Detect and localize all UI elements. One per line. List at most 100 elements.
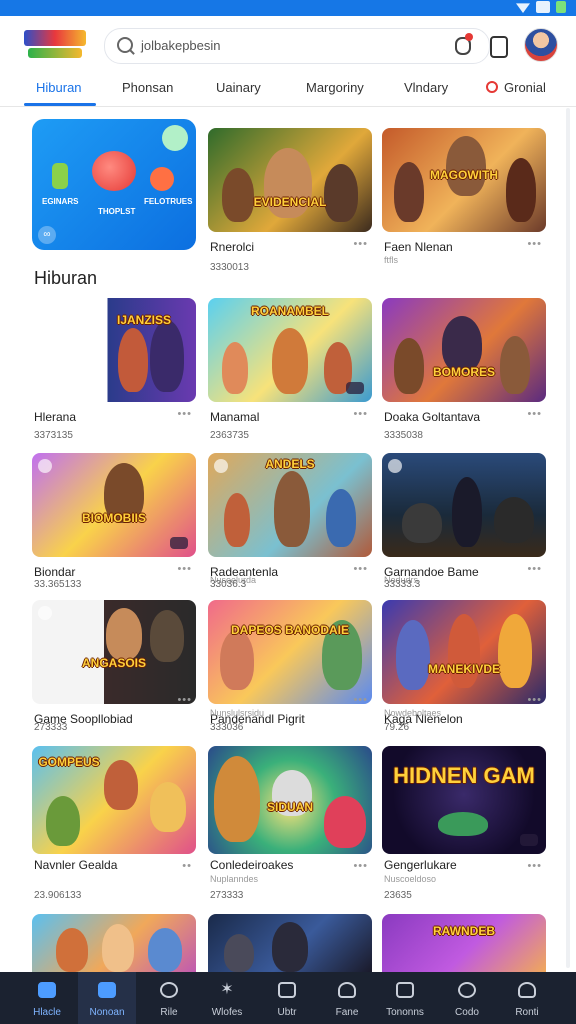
game-meta: 23635 [384,890,412,901]
game-card[interactable]: ROANAMBEL Manamal ••• 2363735 [208,298,372,441]
tab-vlndary[interactable]: Vlndary [404,80,448,95]
star-icon: ✶ [220,981,234,998]
game-card[interactable]: RAWNDEB [382,914,546,972]
nav-item-rile[interactable]: Rile [140,972,198,1024]
game-card[interactable]: GOMPEUS Navnler Gealda •• 23.906133 [32,746,196,901]
game-title: Manamal [210,410,260,424]
featured-label: THOPLST [98,207,136,216]
tab-hiburan[interactable]: Hiburan [36,80,82,95]
game-subtitle: Nunslulsrsidu [210,708,265,718]
game-card[interactable]: MANEKIVDE Kaga Nlenelon ••• Nowdeboltaes… [382,600,546,733]
search-icon [117,37,133,53]
game-card[interactable]: ANDELS Radeantenla ••• Nusoelurda 33036.… [208,453,372,590]
scrollbar[interactable] [566,108,570,968]
game-thumbnail: BIOMOBIIS [32,453,196,557]
nav-item-wlofes[interactable]: ✶ Wlofes [198,972,256,1024]
app-logo[interactable] [24,28,88,62]
link-icon: ∞ [38,226,56,244]
search-input[interactable]: jolbakepbesin [141,38,221,53]
search-icon [458,982,476,998]
more-options-icon[interactable]: ••• [527,238,542,250]
game-meta: 3373135 [34,430,73,441]
game-meta: 23.906133 [34,890,82,901]
ball-icon [150,167,174,191]
tab-uainary[interactable]: Uainary [216,80,261,95]
game-card[interactable]: DAPEOS BANODAIE Pandenandl Pigrit ••• Nu… [208,600,372,733]
avatar[interactable] [524,28,558,62]
nav-item-fane[interactable]: Fane [318,972,376,1024]
featured-label: EGINARS [42,197,79,206]
featured-banner[interactable]: EGINARS THOPLST FELOTRUES ∞ [32,119,196,250]
game-card[interactable] [32,914,196,972]
game-card[interactable]: MAGOWITH Faen Nlenan ••• ftfls [382,128,546,265]
game-thumbnail: RAWNDEB [382,914,546,972]
more-options-icon[interactable]: •• [182,860,192,872]
game-card[interactable]: HIDNEN GAM Gengerlukare ••• Nuscoeldoso … [382,746,546,901]
battery-icon [556,1,566,13]
game-meta: 273333 [210,890,244,901]
more-options-icon[interactable]: ••• [353,694,368,706]
more-options-icon[interactable]: ••• [527,563,542,575]
game-meta: 3335038 [384,430,423,441]
more-options-icon[interactable]: ••• [177,694,192,706]
featured-label: FELOTRUES [144,197,193,206]
more-options-icon[interactable]: ••• [353,408,368,420]
apps-icon [98,982,116,998]
folder-icon [396,982,414,998]
game-meta: 33333.3 [384,579,421,590]
tab-margoriny[interactable]: Margoriny [306,80,364,95]
game-card[interactable]: Garnandoe Bame ••• Nodudrs 33333.3 [382,453,546,590]
game-card[interactable]: IJANZISS Hlerana ••• 3373135 [32,298,196,441]
more-options-icon[interactable]: ••• [177,408,192,420]
nav-item-nonoan[interactable]: Nonoan [78,972,136,1024]
game-thumbnail: DAPEOS BANODAIE [208,600,372,704]
game-card[interactable] [208,914,372,972]
search-bar[interactable]: jolbakepbesin [104,28,490,64]
game-thumbnail: HIDNEN GAM [382,746,546,854]
more-options-icon[interactable]: ••• [177,563,192,575]
game-subtitle: Nowdeboltaes [384,708,442,718]
game-meta: 79.26 [384,722,410,733]
top-bar: jolbakepbesin [0,16,576,74]
notification-dot [465,33,473,41]
game-meta: 273333 [34,722,68,733]
category-tabs: Hiburan Phonsan Uainary Margoriny Vlndar… [0,74,576,107]
ball-icon [92,151,136,191]
notification-icon[interactable] [490,36,508,58]
more-options-icon[interactable]: ••• [527,408,542,420]
tab-phonsan[interactable]: Phonsan [122,80,173,95]
game-card[interactable]: SIDUAN Conledeiroakes ••• Nuplanndes 273… [208,746,372,901]
more-options-icon[interactable]: ••• [527,694,542,706]
game-thumbnail: ANDELS [208,453,372,557]
game-thumbnail: EVIDENCIAL [208,128,372,232]
game-thumbnail [32,914,196,972]
game-thumbnail: ROANAMBEL [208,298,372,402]
nav-item-ubtr[interactable]: Ubtr [258,972,316,1024]
game-card[interactable]: BIOMOBIIS Biondar ••• 33.365133 [32,453,196,590]
nav-item-tononns[interactable]: Tononns [376,972,434,1024]
game-piece-icon [52,163,68,189]
game-meta: 333036 [210,722,244,733]
game-meta: 33.365133 [34,579,82,590]
more-options-icon[interactable]: ••• [353,860,368,872]
nav-item-ronti[interactable]: Ronti [498,972,556,1024]
clock-icon [160,982,178,998]
game-title: Faen Nlenan [384,240,453,254]
home-icon [38,982,56,998]
nav-item-codo[interactable]: Codo [438,972,496,1024]
game-title: Biondar [34,565,76,579]
more-options-icon[interactable]: ••• [353,563,368,575]
game-subtitle: Nuplanndes [210,874,259,884]
tab-gronial[interactable]: Gronial [486,80,546,95]
game-subtitle: Nuscoeldoso [384,874,437,884]
game-card[interactable]: BOMORES Doaka Goltantava ••• 3335038 [382,298,546,441]
nav-item-home[interactable]: Hlacle [18,972,76,1024]
game-title: Doaka Goltantava [384,410,481,424]
game-card[interactable]: ANGASOIS Game Soopllobiad ••• 273333 [32,600,196,733]
game-title: Navnler Gealda [34,858,118,872]
game-card[interactable]: EVIDENCIAL Rnerolci ••• 3330013 [208,128,372,273]
more-options-icon[interactable]: ••• [353,238,368,250]
bottom-nav: Hlacle Nonoan Rile ✶ Wlofes Ubtr Fane To… [0,972,576,1024]
more-options-icon[interactable]: ••• [527,860,542,872]
active-tab-indicator [24,103,96,106]
